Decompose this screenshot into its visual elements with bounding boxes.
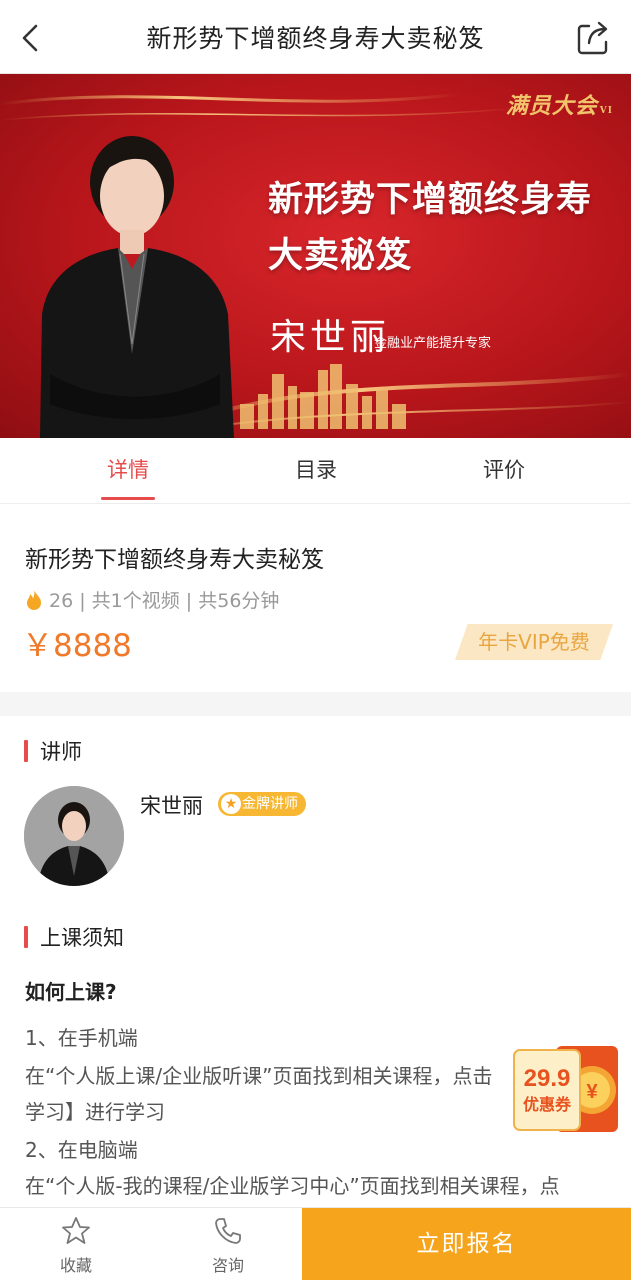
tab-details[interactable]: 详情 <box>68 438 188 504</box>
enroll-now-button[interactable]: 立即报名 <box>302 1208 631 1280</box>
course-banner: 满员大会 VI 新形势下增额终身寿 大卖秘笈 宋世丽 金融业产能提升专家 <box>0 74 631 438</box>
course-info: 新形势下增额终身寿大卖秘笈 26 | 共1个视频 | 共56分钟 ￥8888 年… <box>0 504 631 692</box>
lecturer-photo <box>40 136 234 438</box>
bottom-action-bar: 收藏 咨询 立即报名 <box>0 1207 631 1280</box>
howto-heading: 如何上课? <box>25 980 117 1004</box>
heading-accent-bar <box>24 740 28 762</box>
active-tab-indicator <box>101 497 155 500</box>
banner-title: 新形势下增额终身寿 大卖秘笈 <box>268 180 593 276</box>
course-meta: 26 | 共1个视频 | 共56分钟 <box>25 586 279 613</box>
vip-free-badge[interactable]: 年卡VIP免费 <box>455 624 613 660</box>
tab-catalog[interactable]: 目录 <box>256 438 376 504</box>
share-icon <box>577 21 608 55</box>
top-navigation-bar: 新形势下增额终身寿大卖秘笈 <box>0 0 631 74</box>
course-price: ￥8888 <box>22 628 132 664</box>
banner-lecturer-name: 宋世丽 <box>270 317 391 358</box>
favorite-button[interactable]: 收藏 <box>26 1208 126 1280</box>
star-outline-icon <box>62 1217 90 1244</box>
notice-line: 在“个人版上课/企业版听课”页面找到相关课程，点击 <box>25 1064 493 1088</box>
notice-line: 在“个人版-我的课程/企业版学习中心”页面找到相关课程，点 <box>25 1174 560 1198</box>
svg-text:优惠券: 优惠券 <box>523 1095 572 1114</box>
share-button[interactable] <box>575 18 611 56</box>
lecturer-heading: 讲师 <box>24 736 82 766</box>
svg-text:¥: ¥ <box>586 1081 598 1103</box>
phone-icon <box>215 1218 241 1244</box>
notice-line: 1、在手机端 <box>25 1026 138 1050</box>
star-icon: ★ <box>221 794 241 814</box>
consult-label: 咨询 <box>211 1256 244 1275</box>
section-divider <box>0 692 631 716</box>
lecturer-avatar[interactable] <box>24 786 124 886</box>
course-meta-text: 26 | 共1个视频 | 共56分钟 <box>49 590 280 612</box>
fire-icon <box>27 589 41 610</box>
notice-heading: 上课须知 <box>24 922 124 952</box>
tab-reviews[interactable]: 评价 <box>444 438 564 504</box>
favorite-label: 收藏 <box>59 1256 92 1275</box>
page-title: 新形势下增额终身寿大卖秘笈 <box>146 23 485 53</box>
tab-bar: 详情 目录 评价 <box>0 438 631 504</box>
gold-lecturer-badge: ★ 金牌讲师 <box>218 792 306 816</box>
event-logo: 满员大会 VI <box>505 93 613 119</box>
back-button[interactable] <box>14 20 46 56</box>
lecturer-name[interactable]: 宋世丽 <box>140 790 203 820</box>
avatar-image <box>24 786 124 886</box>
banner-lecturer-title: 金融业产能提升专家 <box>374 336 492 351</box>
chevron-left-icon <box>22 24 38 52</box>
notice-line: 2、在电脑端 <box>25 1138 138 1162</box>
coupon-floating-button[interactable]: ¥ 29.9 优惠券 <box>512 1044 622 1136</box>
consult-button[interactable]: 咨询 <box>178 1208 278 1280</box>
coupon-graphic: ¥ 29.9 优惠券 <box>513 1046 618 1132</box>
svg-text:29.9: 29.9 <box>524 1065 571 1092</box>
course-title: 新形势下增额终身寿大卖秘笈 <box>25 547 324 573</box>
heading-accent-bar <box>24 926 28 948</box>
notice-line: 学习】进行学习 <box>25 1100 165 1124</box>
